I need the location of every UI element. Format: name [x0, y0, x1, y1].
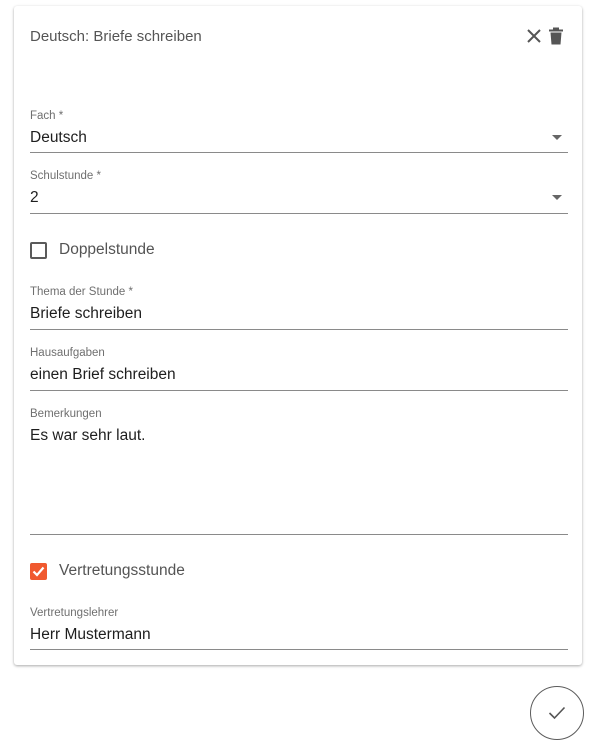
- vertretungslehrer-input[interactable]: Herr Mustermann: [30, 625, 568, 647]
- doppelstunde-checkbox[interactable]: [30, 241, 47, 259]
- fach-value-wrap[interactable]: Deutsch: [30, 128, 568, 150]
- trash-icon[interactable]: [545, 25, 567, 47]
- schulstunde-value: 2: [30, 189, 39, 206]
- close-icon[interactable]: [523, 25, 545, 47]
- schulstunde-value-wrap[interactable]: 2: [30, 188, 568, 210]
- schulstunde-select[interactable]: Schulstunde * 2: [30, 169, 568, 214]
- hausaufgaben-input[interactable]: einen Brief schreiben: [30, 365, 568, 387]
- bemerkungen-underline: [30, 534, 568, 535]
- doppelstunde-checkbox-row[interactable]: Doppelstunde: [30, 241, 155, 259]
- hausaufgaben-field[interactable]: Hausaufgaben einen Brief schreiben: [30, 346, 568, 391]
- schulstunde-underline: [30, 213, 568, 214]
- vertretungsstunde-label: Vertretungsstunde: [59, 562, 185, 579]
- schulstunde-label: Schulstunde *: [30, 170, 101, 182]
- fach-select[interactable]: Fach * Deutsch: [30, 109, 568, 153]
- check-icon: [548, 706, 566, 720]
- vertretungsstunde-checkbox[interactable]: [30, 562, 47, 580]
- confirm-button[interactable]: [530, 686, 584, 740]
- card-title: Deutsch: Briefe schreiben: [30, 28, 202, 45]
- bemerkungen-textarea[interactable]: Es war sehr laut.: [30, 426, 568, 448]
- hausaufgaben-underline: [30, 390, 568, 391]
- lesson-card: Deutsch: Briefe schreiben Fach * Deutsch…: [14, 6, 582, 665]
- fach-underline: [30, 152, 568, 153]
- chevron-down-icon[interactable]: [552, 135, 562, 140]
- thema-label: Thema der Stunde *: [30, 286, 133, 298]
- fach-label: Fach *: [30, 110, 64, 122]
- bemerkungen-label: Bemerkungen: [30, 408, 102, 420]
- vertretungslehrer-field[interactable]: Vertretungslehrer Herr Mustermann: [30, 606, 568, 650]
- thema-underline: [30, 329, 568, 330]
- vertretungslehrer-underline: [30, 649, 568, 650]
- chevron-down-icon[interactable]: [552, 195, 562, 200]
- fach-value: Deutsch: [30, 129, 87, 146]
- vertretungsstunde-checkbox-row[interactable]: Vertretungsstunde: [30, 562, 185, 580]
- doppelstunde-label: Doppelstunde: [59, 241, 155, 258]
- bemerkungen-field[interactable]: Bemerkungen Es war sehr laut.: [30, 407, 568, 535]
- check-icon: [32, 566, 45, 577]
- thema-field[interactable]: Thema der Stunde * Briefe schreiben: [30, 285, 568, 330]
- vertretungslehrer-label: Vertretungslehrer: [30, 607, 119, 619]
- hausaufgaben-label: Hausaufgaben: [30, 347, 105, 359]
- thema-input[interactable]: Briefe schreiben: [30, 304, 568, 326]
